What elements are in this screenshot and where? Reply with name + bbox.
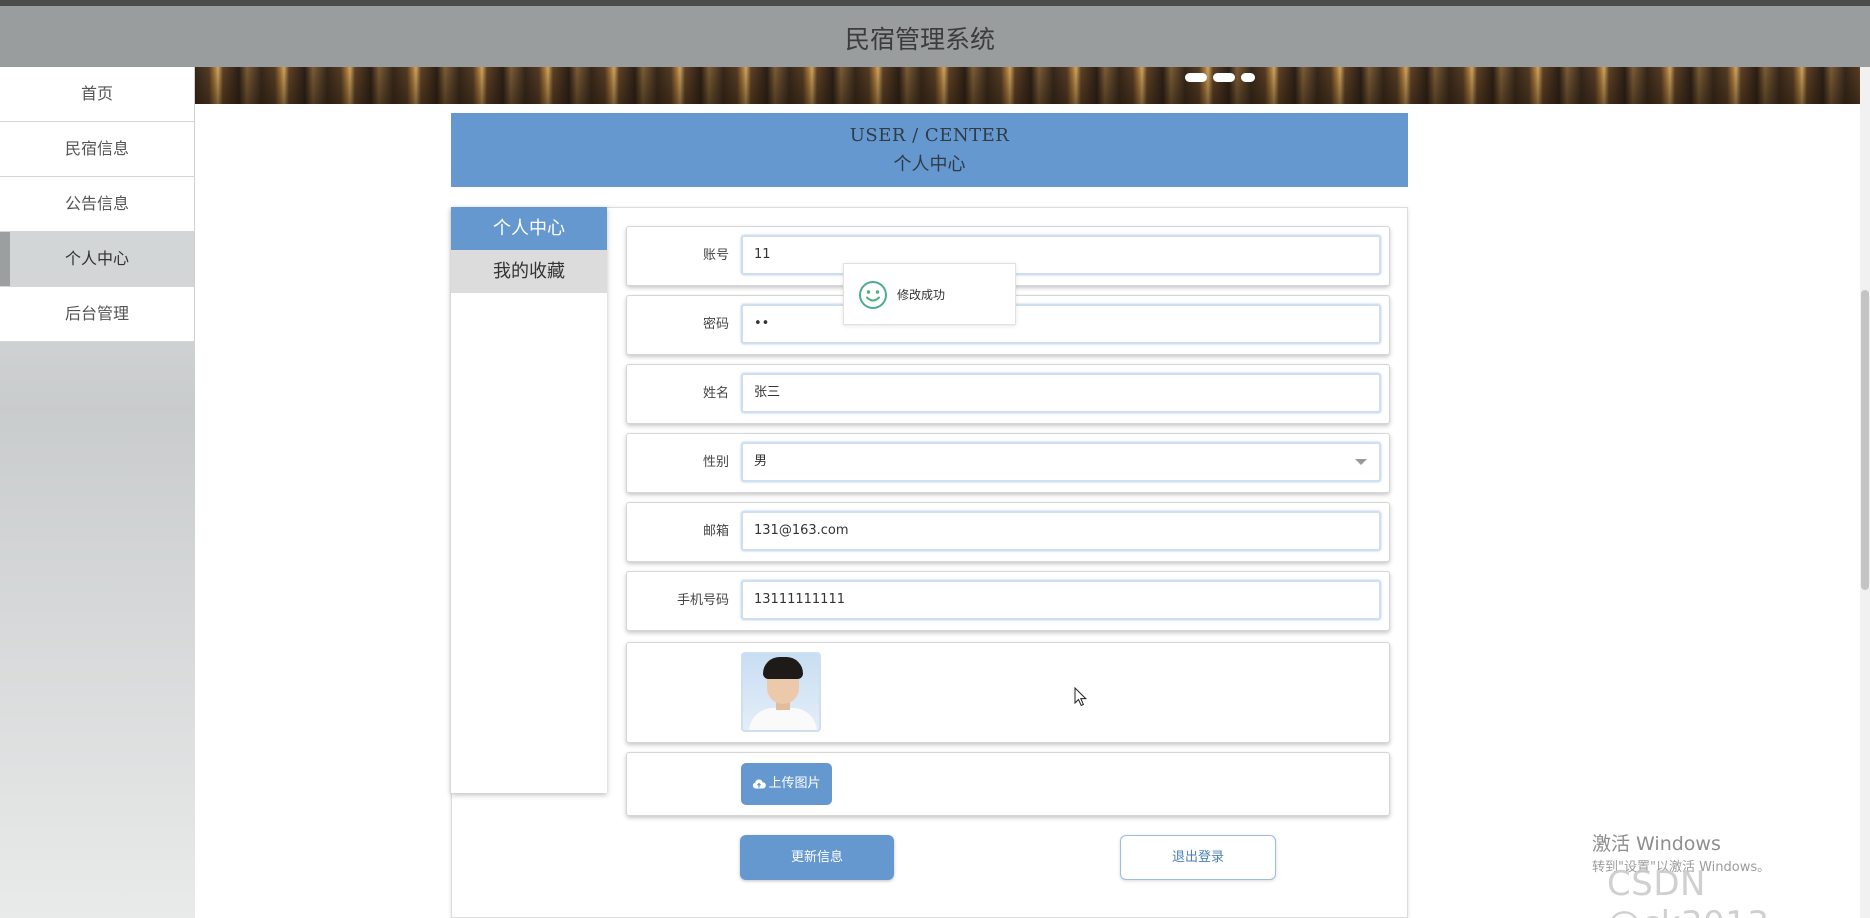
avatar bbox=[741, 652, 821, 732]
csdn-watermark: CSDN @ck3013 bbox=[1607, 864, 1769, 918]
sidebar-item-personal-center[interactable]: 个人中心 bbox=[0, 232, 195, 287]
gender-select[interactable]: 男 bbox=[741, 442, 1381, 482]
top-header: 民宿管理系统 bbox=[0, 0, 1870, 67]
account-input[interactable]: 11 bbox=[741, 235, 1381, 275]
upload-image-button[interactable]: 上传图片 bbox=[741, 763, 832, 805]
form-row-phone: 手机号码 13111111111 bbox=[626, 571, 1390, 631]
chevron-down-icon bbox=[1355, 459, 1367, 465]
account-label: 账号 bbox=[702, 248, 729, 263]
carousel-dot-1[interactable] bbox=[1185, 73, 1207, 82]
form-row-gender: 性别 男 bbox=[626, 433, 1390, 493]
user-center-title-zh: 个人中心 bbox=[893, 154, 966, 175]
sidebar-item-admin[interactable]: 后台管理 bbox=[0, 287, 195, 342]
user-center-title-en: USER / CENTER bbox=[849, 125, 1010, 146]
toast-message: 修改成功 bbox=[897, 288, 946, 302]
phone-label: 手机号码 bbox=[676, 593, 729, 608]
user-center-header: USER / CENTER 个人中心 bbox=[451, 113, 1408, 187]
sidebar-item-homestay-info[interactable]: 民宿信息 bbox=[0, 122, 195, 177]
email-input[interactable]: 131@163.com bbox=[741, 511, 1381, 551]
windows-activation-title: 激活 Windows bbox=[1592, 833, 1721, 855]
sidebar-item-announcements[interactable]: 公告信息 bbox=[0, 177, 195, 232]
sidebar-nav: 首页 民宿信息 公告信息 个人中心 后台管理 bbox=[0, 67, 195, 918]
password-input[interactable]: •• bbox=[741, 304, 1381, 344]
carousel-dot-2[interactable] bbox=[1213, 73, 1235, 82]
menu-item-personal-center[interactable]: 个人中心 bbox=[451, 207, 607, 250]
menu-item-favorites[interactable]: 我的收藏 bbox=[451, 250, 607, 293]
name-label: 姓名 bbox=[702, 386, 729, 401]
success-toast: 修改成功 bbox=[843, 263, 1016, 325]
logout-button[interactable]: 退出登录 bbox=[1120, 835, 1276, 880]
carousel-dot-3[interactable] bbox=[1241, 73, 1255, 82]
carousel-indicators bbox=[1185, 73, 1255, 82]
form-row-email: 邮箱 131@163.com bbox=[626, 502, 1390, 562]
gender-selected-value: 男 bbox=[754, 454, 768, 469]
gender-label: 性别 bbox=[702, 455, 729, 470]
banner-carousel[interactable] bbox=[195, 67, 1860, 104]
site-title: 民宿管理系统 bbox=[844, 25, 995, 54]
scrollbar-thumb[interactable] bbox=[1861, 290, 1869, 590]
mouse-cursor-icon bbox=[1074, 687, 1088, 707]
update-info-button[interactable]: 更新信息 bbox=[740, 835, 894, 880]
phone-input[interactable]: 13111111111 bbox=[741, 580, 1381, 620]
upload-button-label: 上传图片 bbox=[768, 776, 821, 791]
cloud-upload-icon bbox=[753, 778, 767, 788]
smile-icon bbox=[859, 281, 887, 309]
password-label: 密码 bbox=[702, 317, 729, 332]
form-row-upload: 上传图片 bbox=[626, 752, 1390, 816]
user-center-menu: 个人中心 我的收藏 bbox=[451, 207, 607, 793]
form-row-name: 姓名 张三 bbox=[626, 364, 1390, 424]
email-label: 邮箱 bbox=[702, 524, 729, 539]
sidebar-item-home[interactable]: 首页 bbox=[0, 67, 195, 122]
form-row-avatar bbox=[626, 642, 1390, 743]
name-input[interactable]: 张三 bbox=[741, 373, 1381, 413]
